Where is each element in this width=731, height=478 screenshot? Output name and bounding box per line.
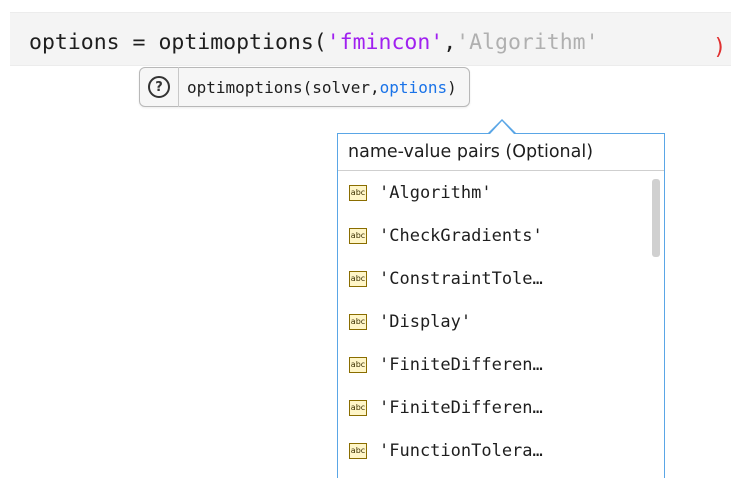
completion-item-label: 'FiniteDifferen… (379, 354, 543, 375)
scrollbar-thumb[interactable] (652, 179, 660, 257)
completion-item[interactable]: abc 'Algorithm' (338, 171, 664, 214)
error-squiggle: ) (713, 35, 727, 60)
abc-string-icon: abc (349, 442, 367, 459)
completion-item-label: 'ConstraintTole… (379, 268, 543, 289)
abc-string-icon: abc (349, 356, 367, 373)
signature-active-param: options (379, 77, 448, 97)
completion-popup: name-value pairs (Optional) abc 'Algorit… (337, 133, 665, 478)
completion-item[interactable]: abc 'Display' (338, 300, 664, 343)
popup-header: name-value pairs (Optional) (338, 134, 664, 171)
code-prefix: options = optimoptions( (29, 30, 327, 55)
help-icon[interactable]: ? (148, 76, 170, 98)
completion-item[interactable]: abc 'CheckGradients' (338, 214, 664, 257)
completion-item[interactable]: abc 'ConstraintTole… (338, 257, 664, 300)
completion-item-label: 'FunctionTolera… (379, 440, 543, 461)
signature-text: optimoptions(solver,options) (187, 78, 457, 97)
code-comma: , (443, 30, 457, 55)
completion-item-label: 'FiniteDifferen… (379, 397, 543, 418)
abc-string-icon: abc (349, 399, 367, 416)
completion-list: abc 'Algorithm' abc 'CheckGradients' abc… (338, 171, 664, 472)
abc-string-icon: abc (349, 227, 367, 244)
popup-scrollbar[interactable] (651, 171, 661, 471)
ghost-arg-algorithm: 'Algorithm' (456, 30, 599, 55)
signature-prefix: optimoptions(solver, (187, 77, 380, 97)
completion-item-label: 'Algorithm' (379, 182, 492, 203)
completion-item[interactable]: abc 'FiniteDifferen… (338, 386, 664, 429)
signature-divider (178, 67, 179, 107)
completion-item-label: 'CheckGradients' (379, 225, 543, 246)
signature-suffix: ) (447, 77, 457, 97)
string-arg-fmincon: 'fmincon' (326, 30, 444, 55)
abc-string-icon: abc (349, 313, 367, 330)
signature-hint: ? optimoptions(solver,options) (139, 67, 470, 107)
completion-item[interactable]: abc 'FunctionTolera… (338, 429, 664, 472)
editor-stage: options = optimoptions('fmincon','Algori… (0, 0, 731, 478)
completion-item-label: 'Display' (379, 311, 472, 332)
abc-string-icon: abc (349, 184, 367, 201)
abc-string-icon: abc (349, 270, 367, 287)
code-line[interactable]: options = optimoptions('fmincon','Algori… (29, 30, 599, 56)
completion-item[interactable]: abc 'FiniteDifferen… (338, 343, 664, 386)
popup-pointer-fill (490, 121, 514, 134)
